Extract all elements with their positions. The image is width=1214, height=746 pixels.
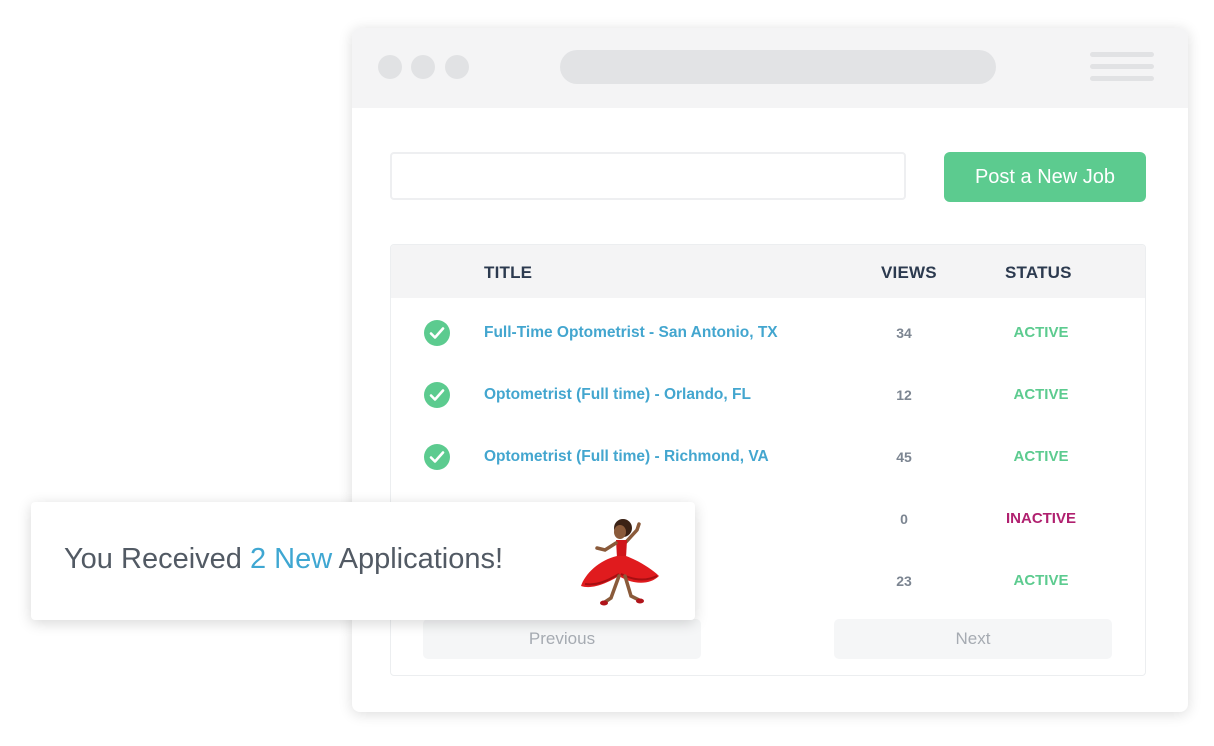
column-header-views: VIEWS bbox=[881, 263, 937, 282]
job-status-badge: ACTIVE bbox=[1013, 448, 1069, 465]
job-status-badge: INACTIVE bbox=[1005, 510, 1076, 527]
post-new-job-button[interactable]: Post a New Job bbox=[944, 152, 1146, 202]
job-status-badge: ACTIVE bbox=[1013, 386, 1069, 403]
check-circle-icon bbox=[424, 444, 450, 470]
address-bar[interactable] bbox=[560, 50, 996, 84]
notification-suffix: Applications! bbox=[332, 543, 504, 575]
table-row[interactable]: Optometrist (Full time) - Orlando, FL 12 A… bbox=[391, 360, 1145, 422]
window-minimize-dot[interactable] bbox=[411, 55, 435, 79]
dancer-emoji-icon bbox=[581, 519, 659, 606]
job-title-link[interactable]: Optometrist (Full time) - Richmond, VA bbox=[484, 448, 769, 466]
notification-toast[interactable]: You Received 2 New Applications! bbox=[31, 502, 695, 620]
job-views-count: 12 bbox=[896, 387, 912, 403]
job-title-link[interactable]: Full-Time Optometrist - San Antonio, TX bbox=[484, 324, 778, 342]
job-views-count: 45 bbox=[896, 449, 912, 465]
window-close-dot[interactable] bbox=[378, 55, 402, 79]
table-row[interactable]: Optometrist (Full time) - Richmond, VA 45… bbox=[391, 422, 1145, 484]
check-circle-icon bbox=[424, 382, 450, 408]
notification-prefix: You Received bbox=[64, 543, 250, 575]
column-header-title: TITLE bbox=[484, 263, 533, 282]
hamburger-menu-icon[interactable] bbox=[1090, 52, 1154, 82]
job-views-count: 0 bbox=[900, 511, 908, 527]
table-header: TITLE VIEWS STATUS bbox=[391, 245, 1145, 298]
browser-titlebar bbox=[352, 28, 1188, 108]
job-status-badge: ACTIVE bbox=[1013, 572, 1069, 589]
next-page-button[interactable]: Next bbox=[834, 619, 1112, 659]
notification-message: You Received 2 New Applications! bbox=[64, 543, 503, 576]
job-views-count: 23 bbox=[896, 573, 912, 589]
table-row[interactable]: Full-Time Optometrist - San Antonio, TX 3… bbox=[391, 298, 1145, 360]
job-views-count: 34 bbox=[896, 325, 912, 341]
column-header-status: STATUS bbox=[1005, 263, 1072, 282]
job-title-link[interactable]: Optometrist (Full time) - Orlando, FL bbox=[484, 386, 751, 404]
check-circle-icon bbox=[424, 320, 450, 346]
window-maximize-dot[interactable] bbox=[445, 55, 469, 79]
job-status-badge: ACTIVE bbox=[1013, 324, 1069, 341]
search-input[interactable] bbox=[390, 152, 906, 200]
notification-highlight: 2 New bbox=[249, 543, 333, 575]
previous-page-button[interactable]: Previous bbox=[423, 619, 701, 659]
